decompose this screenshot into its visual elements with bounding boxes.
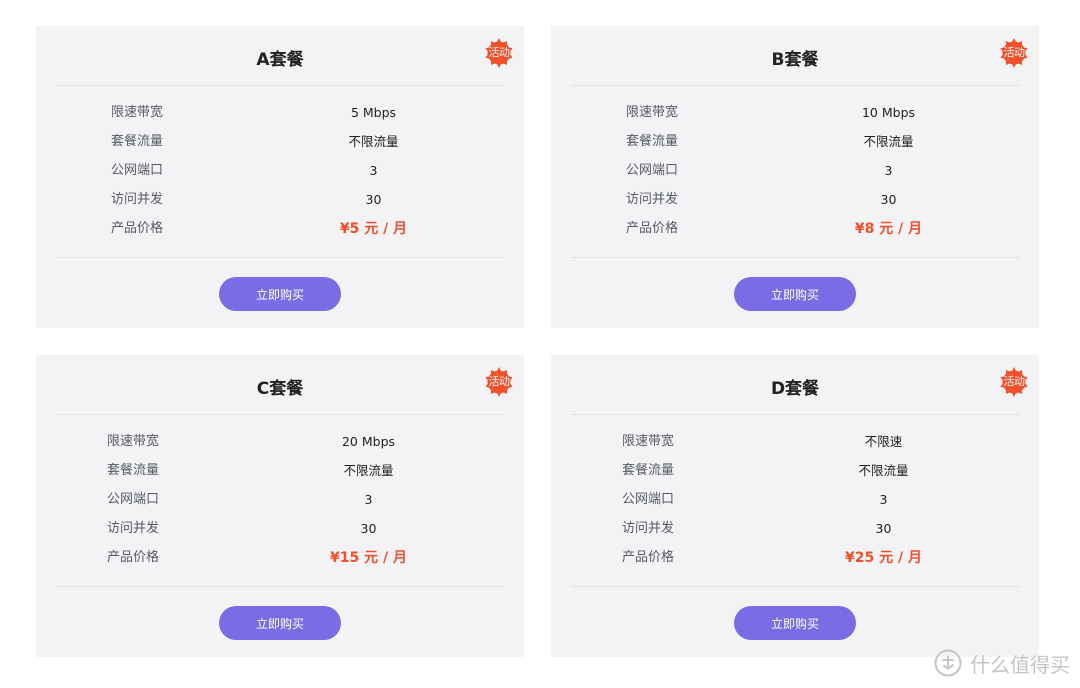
spec-value: 30 [880, 192, 897, 207]
spec-row-price: 产品价格 ¥15 元 / 月 [36, 546, 524, 575]
buy-now-button[interactable]: 立即购买 [734, 277, 856, 311]
divider [571, 414, 1019, 415]
watermark: 什么值得买 [934, 648, 1070, 678]
spec-value: 30 [875, 521, 892, 536]
spec-value: 10 Mbps [861, 105, 916, 120]
spec-row-price: 产品价格 ¥25 元 / 月 [551, 546, 1039, 575]
smzdm-logo-icon [934, 649, 962, 677]
spec-row-traffic: 套餐流量 不限流量 [551, 459, 1039, 488]
spec-row-concurrency: 访问并发 30 [36, 517, 524, 546]
spec-value: 3 [884, 163, 893, 178]
spec-label: 访问并发 [111, 192, 164, 207]
divider [571, 257, 1019, 258]
spec-label: 产品价格 [622, 550, 675, 565]
price-value: ¥5 元 / 月 [339, 221, 408, 237]
divider [56, 586, 504, 587]
divider [571, 85, 1019, 86]
spec-label: 产品价格 [626, 221, 679, 236]
spec-label: 公网端口 [107, 492, 160, 507]
spec-label: 限速带宽 [626, 105, 679, 120]
spec-label: 套餐流量 [107, 463, 160, 478]
spec-label: 公网端口 [111, 163, 164, 178]
spec-value: 不限流量 [348, 134, 399, 149]
spec-row-bandwidth: 限速带宽 5 Mbps [36, 101, 524, 130]
spec-list: 限速带宽 20 Mbps 套餐流量 不限流量 公网端口 3 访问并发 30 产品… [36, 430, 524, 575]
spec-label: 访问并发 [626, 192, 679, 207]
buy-now-button[interactable]: 立即购买 [219, 277, 341, 311]
spec-row-ports: 公网端口 3 [36, 488, 524, 517]
spec-row-ports: 公网端口 3 [551, 159, 1039, 188]
price-value: ¥8 元 / 月 [854, 221, 923, 237]
plan-card-c: 活动 C套餐 限速带宽 20 Mbps 套餐流量 不限流量 公网端口 3 访问并… [36, 355, 524, 657]
spec-value: 3 [369, 163, 378, 178]
plan-title: D套餐 [770, 379, 820, 399]
spec-list: 限速带宽 不限速 套餐流量 不限流量 公网端口 3 访问并发 30 产品价格 ¥… [551, 430, 1039, 575]
spec-label: 限速带宽 [622, 434, 675, 449]
spec-label: 访问并发 [622, 521, 675, 536]
spec-row-concurrency: 访问并发 30 [551, 517, 1039, 546]
divider [56, 85, 504, 86]
spec-row-concurrency: 访问并发 30 [36, 188, 524, 217]
spec-row-bandwidth: 限速带宽 20 Mbps [36, 430, 524, 459]
spec-row-concurrency: 访问并发 30 [551, 188, 1039, 217]
spec-list: 限速带宽 5 Mbps 套餐流量 不限流量 公网端口 3 访问并发 30 产品价… [36, 101, 524, 246]
spec-row-bandwidth: 限速带宽 不限速 [551, 430, 1039, 459]
spec-list: 限速带宽 10 Mbps 套餐流量 不限流量 公网端口 3 访问并发 30 产品… [551, 101, 1039, 246]
plan-card-d: 活动 D套餐 限速带宽 不限速 套餐流量 不限流量 公网端口 3 访问并发 30… [551, 355, 1039, 657]
spec-row-price: 产品价格 ¥8 元 / 月 [551, 217, 1039, 246]
spec-label: 访问并发 [107, 521, 160, 536]
divider [56, 414, 504, 415]
spec-label: 产品价格 [111, 221, 164, 236]
spec-row-traffic: 套餐流量 不限流量 [551, 130, 1039, 159]
spec-row-ports: 公网端口 3 [551, 488, 1039, 517]
divider [571, 586, 1019, 587]
price-value: ¥15 元 / 月 [330, 550, 407, 566]
plan-card-a: 活动 A套餐 限速带宽 5 Mbps 套餐流量 不限流量 公网端口 3 访问并发… [36, 26, 524, 328]
buy-now-button[interactable]: 立即购买 [219, 606, 341, 640]
plan-card-b: 活动 B套餐 限速带宽 10 Mbps 套餐流量 不限流量 公网端口 3 访问并… [551, 26, 1039, 328]
spec-value: 不限流量 [863, 134, 914, 149]
spec-label: 套餐流量 [111, 134, 164, 149]
spec-row-traffic: 套餐流量 不限流量 [36, 130, 524, 159]
divider [56, 257, 504, 258]
spec-value: 不限速 [864, 434, 903, 449]
buy-now-button[interactable]: 立即购买 [734, 606, 856, 640]
spec-value: 5 Mbps [350, 105, 397, 120]
plan-title: C套餐 [256, 379, 304, 399]
spec-label: 套餐流量 [626, 134, 679, 149]
spec-value: 3 [879, 492, 888, 507]
spec-value: 30 [365, 192, 382, 207]
spec-row-ports: 公网端口 3 [36, 159, 524, 188]
watermark-text: 什么值得买 [970, 652, 1070, 677]
price-value: ¥25 元 / 月 [845, 550, 922, 566]
spec-label: 产品价格 [107, 550, 160, 565]
spec-row-traffic: 套餐流量 不限流量 [36, 459, 524, 488]
spec-value: 不限流量 [858, 463, 909, 478]
spec-value: 20 Mbps [341, 434, 396, 449]
pricing-page: 活动 A套餐 限速带宽 5 Mbps 套餐流量 不限流量 公网端口 3 访问并发… [0, 0, 1080, 688]
spec-label: 公网端口 [626, 163, 679, 178]
spec-row-price: 产品价格 ¥5 元 / 月 [36, 217, 524, 246]
spec-label: 公网端口 [622, 492, 675, 507]
spec-value: 30 [360, 521, 377, 536]
spec-label: 限速带宽 [107, 434, 160, 449]
spec-value: 不限流量 [343, 463, 394, 478]
spec-value: 3 [364, 492, 373, 507]
plan-title: A套餐 [256, 50, 304, 70]
plan-title: B套餐 [771, 50, 819, 70]
spec-label: 限速带宽 [111, 105, 164, 120]
spec-label: 套餐流量 [622, 463, 675, 478]
spec-row-bandwidth: 限速带宽 10 Mbps [551, 101, 1039, 130]
